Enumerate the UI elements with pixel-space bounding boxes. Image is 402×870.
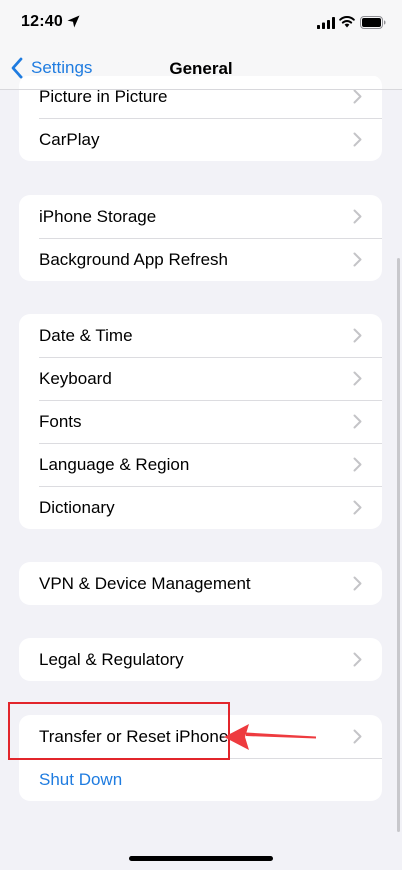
row-label: Dictionary xyxy=(39,497,115,517)
settings-row-vpn-device-management[interactable]: VPN & Device Management xyxy=(19,562,382,605)
chevron-right-icon xyxy=(353,729,362,744)
status-time: 12:40 xyxy=(21,13,63,30)
settings-row-date-time[interactable]: Date & Time xyxy=(19,314,382,357)
battery-icon xyxy=(360,16,386,29)
row-label: Legal & Regulatory xyxy=(39,649,184,669)
shut-down-label: Shut Down xyxy=(39,769,123,789)
chevron-right-icon xyxy=(353,457,362,472)
row-label: Date & Time xyxy=(39,325,133,345)
row-label: iPhone Storage xyxy=(39,206,157,226)
settings-row-iphone-storage[interactable]: iPhone Storage xyxy=(19,195,382,238)
chevron-right-icon xyxy=(353,252,362,267)
row-label: Background App Refresh xyxy=(39,249,229,269)
wifi-icon xyxy=(339,16,355,28)
chevron-right-icon xyxy=(353,414,362,429)
chevron-right-icon xyxy=(353,132,362,147)
settings-row-fonts[interactable]: Fonts xyxy=(19,400,382,443)
annotation-arrow-icon xyxy=(224,724,316,750)
chevron-right-icon xyxy=(353,328,362,343)
settings-group-legal: Legal & Regulatory xyxy=(19,638,382,681)
row-label: Language & Region xyxy=(39,454,190,474)
settings-row-carplay[interactable]: CarPlay xyxy=(19,118,382,161)
chevron-right-icon xyxy=(353,652,362,667)
row-label: VPN & Device Management xyxy=(39,573,251,593)
settings-group-vpn: VPN & Device Management xyxy=(19,562,382,605)
chevron-right-icon xyxy=(353,209,362,224)
settings-row-keyboard[interactable]: Keyboard xyxy=(19,357,382,400)
navigation-bar-overlay: Settings General xyxy=(0,46,402,90)
location-arrow-icon xyxy=(67,15,80,28)
chevron-right-icon xyxy=(353,371,362,386)
annotation-highlight-box xyxy=(8,702,230,760)
row-label: Fonts xyxy=(39,411,82,431)
settings-group-storage: iPhone Storage Background App Refresh xyxy=(19,195,382,281)
cellular-signal-icon xyxy=(317,17,335,29)
settings-row-background-app-refresh[interactable]: Background App Refresh xyxy=(19,238,382,281)
row-label: Keyboard xyxy=(39,368,112,388)
home-indicator[interactable] xyxy=(129,856,273,861)
chevron-right-icon xyxy=(353,576,362,591)
settings-group-locale: Date & Time Keyboard Fonts Language & Re… xyxy=(19,314,382,529)
settings-row-dictionary[interactable]: Dictionary xyxy=(19,486,382,529)
page-title: General xyxy=(169,59,233,78)
nav-divider xyxy=(0,89,402,90)
chevron-right-icon xyxy=(353,500,362,515)
status-bar: 12:40 xyxy=(0,0,402,46)
chevron-right-icon xyxy=(353,89,362,104)
settings-row-legal-regulatory[interactable]: Legal & Regulatory xyxy=(19,638,382,681)
settings-row-language-region[interactable]: Language & Region xyxy=(19,443,382,486)
scrollbar[interactable] xyxy=(397,258,400,832)
settings-row-shut-down[interactable]: Shut Down xyxy=(19,758,382,801)
row-label: CarPlay xyxy=(39,129,100,149)
